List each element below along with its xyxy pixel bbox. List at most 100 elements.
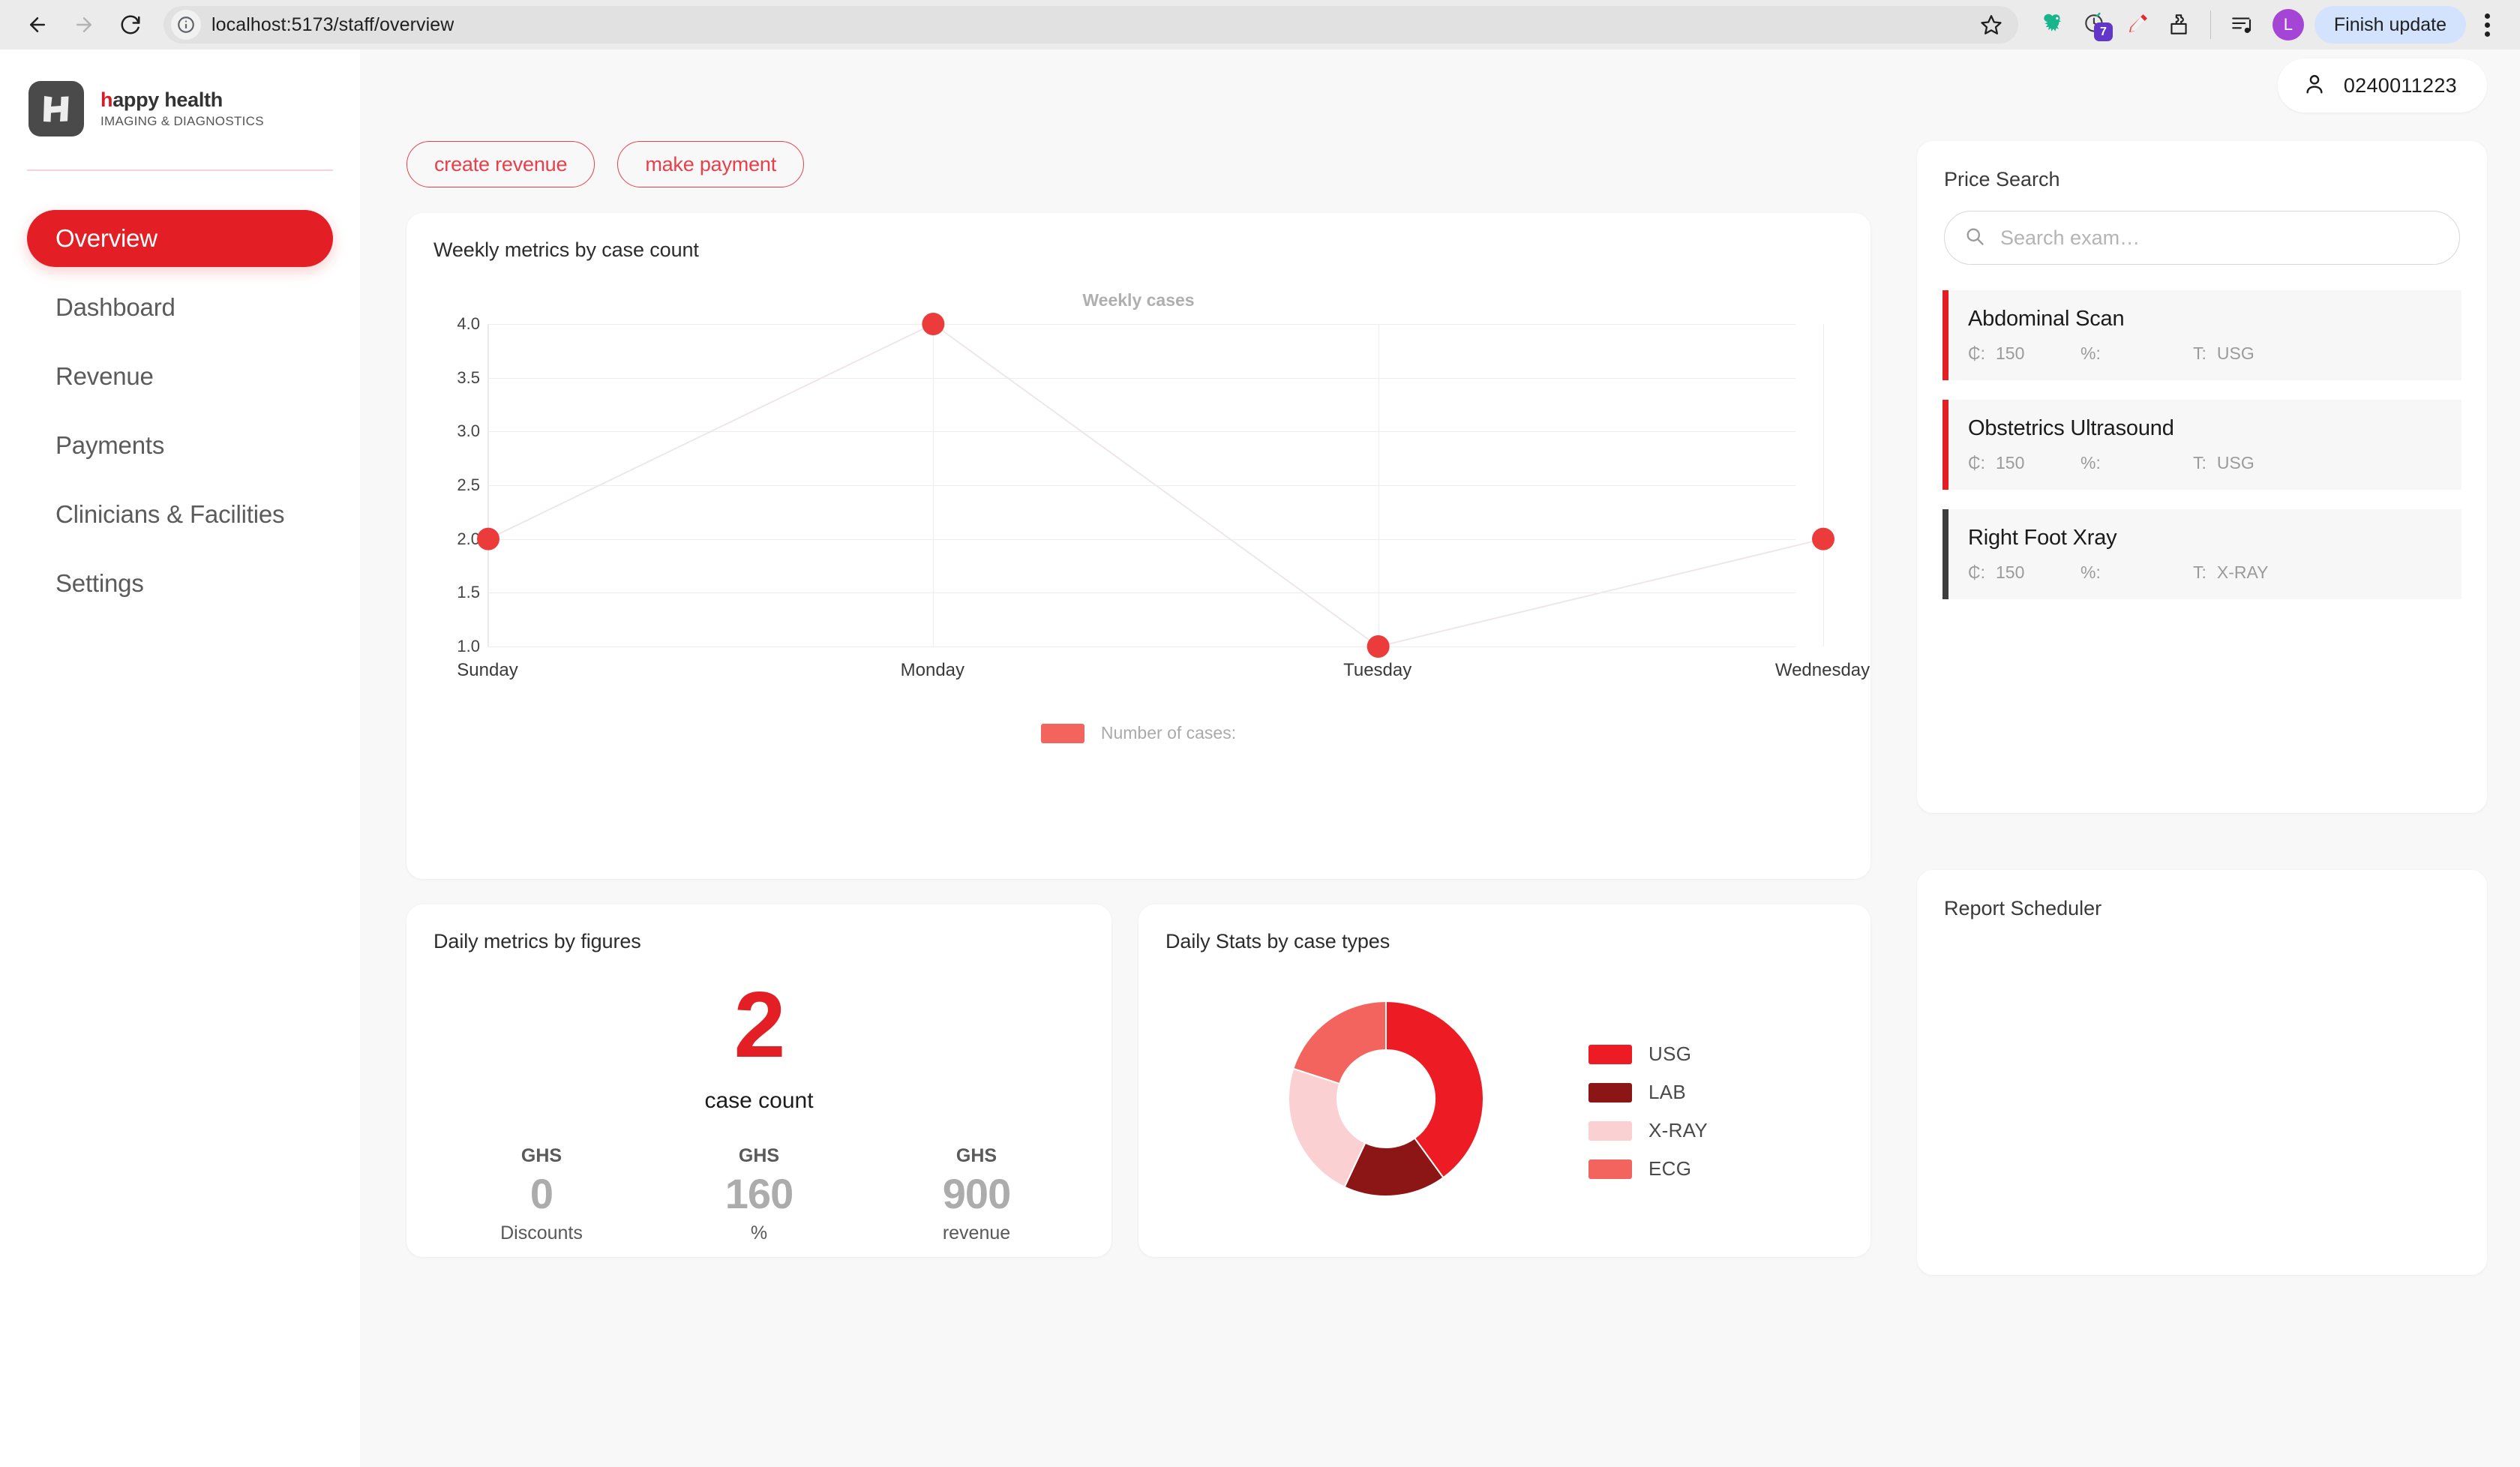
make-payment-button[interactable]: make payment — [617, 141, 805, 188]
y-axis-tick: 3.5 — [457, 368, 480, 387]
daily-metrics-card-title: Daily metrics by figures — [434, 930, 641, 952]
toolbar-divider — [2210, 10, 2211, 39]
price-result-type-value: X-RAY — [2216, 562, 2269, 582]
price-result-type-value: USG — [2216, 453, 2254, 472]
donut-chart-body: USG LAB X-RAY ECG — [1138, 953, 1870, 1246]
brand-name: happy health — [100, 89, 264, 110]
create-revenue-button[interactable]: create revenue — [406, 141, 596, 188]
donut-chart — [1281, 994, 1491, 1208]
y-axis-tick: 1.0 — [457, 637, 480, 656]
legend-label-x-ray: X-RAY — [1648, 1119, 1708, 1142]
figure-percent-value: 160 — [724, 1170, 794, 1217]
star-icon[interactable] — [1975, 8, 2008, 41]
legend-swatch-lab — [1588, 1082, 1632, 1102]
three-dot-menu-icon[interactable] — [2470, 6, 2504, 44]
daily-metrics-card: Daily metrics by figures 2 case count GH… — [406, 904, 1112, 1257]
figure-percent-label: % — [750, 1222, 768, 1244]
content-right-column: Price Search Abdominal Scan₵:150%:T:USGO… — [1917, 141, 2487, 1275]
reload-icon[interactable] — [110, 4, 152, 46]
price-search-panel: Price Search Abdominal Scan₵:150%:T:USGO… — [1917, 141, 2487, 813]
profile-avatar[interactable]: L — [2272, 9, 2304, 40]
puzzle-extensions-icon[interactable] — [2159, 5, 2198, 44]
report-scheduler-title: Report Scheduler — [1944, 897, 2102, 920]
figure-discounts-unit: GHS — [520, 1145, 562, 1166]
brand-name-accent: h — [100, 88, 113, 112]
figure-discounts-value: 0 — [530, 1170, 554, 1217]
clock-extension-icon[interactable]: 7 — [2075, 5, 2114, 44]
y-axis-tick: 2.0 — [457, 529, 480, 548]
figure-percent-unit: GHS — [738, 1145, 780, 1166]
price-result-item[interactable]: Obstetrics Ultrasound ₵: 150%: T: USG — [1942, 400, 2462, 490]
app-shell: happy health IMAGING & DIAGNOSTICS Overv… — [0, 50, 2520, 1467]
figure-revenue-unit: GHS — [956, 1145, 998, 1166]
price-result-item[interactable]: Right Foot Xray ₵: 150%: T: X-RAY — [1942, 509, 2462, 599]
address-bar[interactable]: localhost:5173/staff/overview — [164, 6, 2018, 44]
data-point[interactable] — [922, 313, 945, 335]
content-left-column: create revenue make payment Weekly metri… — [406, 141, 1870, 1275]
finish-update-button[interactable]: Finish update — [2314, 6, 2466, 44]
legend-label-ecg: ECG — [1648, 1157, 1692, 1180]
case-count-value: 2 — [734, 974, 786, 1077]
x-axis-tick-labels: Sunday Monday Tuesday Wednesday — [457, 660, 1870, 690]
price-result-price-key: ₵: — [1968, 453, 1985, 472]
figure-revenue: GHS 900 revenue — [913, 1145, 1040, 1244]
x-axis-tick: Sunday — [457, 660, 518, 680]
data-point[interactable] — [1366, 635, 1390, 658]
donut-legend-item: X-RAY — [1588, 1119, 1708, 1142]
donut-svg — [1288, 1000, 1484, 1197]
line-chart: 1.0 1.5 2.0 2.5 3.0 3.5 4.0 Sunday Monday Tuesda… — [457, 313, 1870, 680]
sidebar-divider — [27, 170, 333, 171]
donut-legend-item: LAB — [1588, 1081, 1708, 1104]
legend-label-number-of-cases: Number of cases: — [1100, 723, 1237, 742]
sidebar-item-settings[interactable]: Settings — [27, 555, 333, 612]
sidebar-item-revenue[interactable]: Revenue — [27, 348, 333, 405]
price-result-name: Abdominal Scan — [1968, 307, 2125, 331]
price-result-item[interactable]: Abdominal Scan ₵: 150%: T: USG — [1942, 290, 2462, 380]
data-point[interactable] — [1812, 527, 1834, 550]
donut-slice-ecg[interactable] — [1292, 1000, 1387, 1084]
daily-stats-card-title: Daily Stats by case types — [1166, 930, 1390, 952]
sidebar-item-clinicians-facilities[interactable]: Clinicians & Facilities — [27, 486, 333, 543]
price-result-percent: %: — [2080, 562, 2193, 583]
price-result-percent-key: %: — [2080, 453, 2101, 472]
figure-revenue-value: 900 — [942, 1170, 1011, 1217]
sidebar-item-dashboard[interactable]: Dashboard — [27, 279, 333, 336]
legend-swatch-x-ray — [1588, 1120, 1632, 1141]
weekly-cases-chart-title: Weekly cases — [1082, 290, 1195, 310]
back-arrow-icon[interactable] — [16, 4, 58, 46]
search-input[interactable] — [2000, 226, 2440, 250]
site-info-icon[interactable] — [171, 10, 201, 40]
price-result-price: ₵: 150 — [1968, 562, 2080, 583]
dinosaur-extension-icon[interactable] — [2033, 5, 2072, 44]
figures-row: GHS 0 Discounts GHS 160 % GHS 900 revenu… — [406, 1145, 1112, 1244]
forward-arrow-icon[interactable] — [63, 4, 105, 46]
legend-swatch-usg — [1588, 1044, 1632, 1064]
legend-swatch-number-of-cases — [1040, 723, 1084, 743]
price-result-meta: ₵: 150%: T: USG — [1968, 453, 2462, 473]
donut-chart-legend: USG LAB X-RAY ECG — [1588, 1042, 1708, 1180]
pen-extension-icon[interactable] — [2117, 5, 2156, 44]
price-result-type-value: USG — [2216, 344, 2254, 363]
reading-list-icon[interactable] — [2223, 5, 2262, 44]
x-axis-tick: Wednesday — [1774, 660, 1870, 680]
sidebar-item-payments[interactable]: Payments — [27, 417, 333, 474]
main-content: 0240011223 create revenue make payment W… — [360, 50, 2520, 1467]
gridline — [488, 646, 1796, 647]
brand-logo[interactable]: happy health IMAGING & DIAGNOSTICS — [27, 81, 333, 136]
price-result-percent-key: %: — [2080, 562, 2101, 582]
legend-swatch-ecg — [1588, 1159, 1632, 1179]
price-result-type: T: USG — [2193, 453, 2254, 473]
user-account-label: 0240011223 — [2343, 74, 2457, 97]
data-point[interactable] — [477, 527, 500, 550]
user-account-chip[interactable]: 0240011223 — [2277, 58, 2487, 112]
line-chart-plot — [477, 313, 1834, 658]
search-box[interactable] — [1944, 211, 2460, 265]
top-bar: 0240011223 — [360, 50, 2520, 122]
price-result-price: ₵: 150 — [1968, 453, 2080, 473]
sidebar-item-overview[interactable]: Overview — [27, 210, 333, 267]
price-result-price: ₵: 150 — [1968, 344, 2080, 364]
price-result-price-key: ₵: — [1968, 344, 1985, 363]
extension-badge-count: 7 — [2093, 22, 2113, 41]
price-result-percent: %: — [2080, 344, 2193, 364]
search-icon — [1964, 226, 1985, 250]
